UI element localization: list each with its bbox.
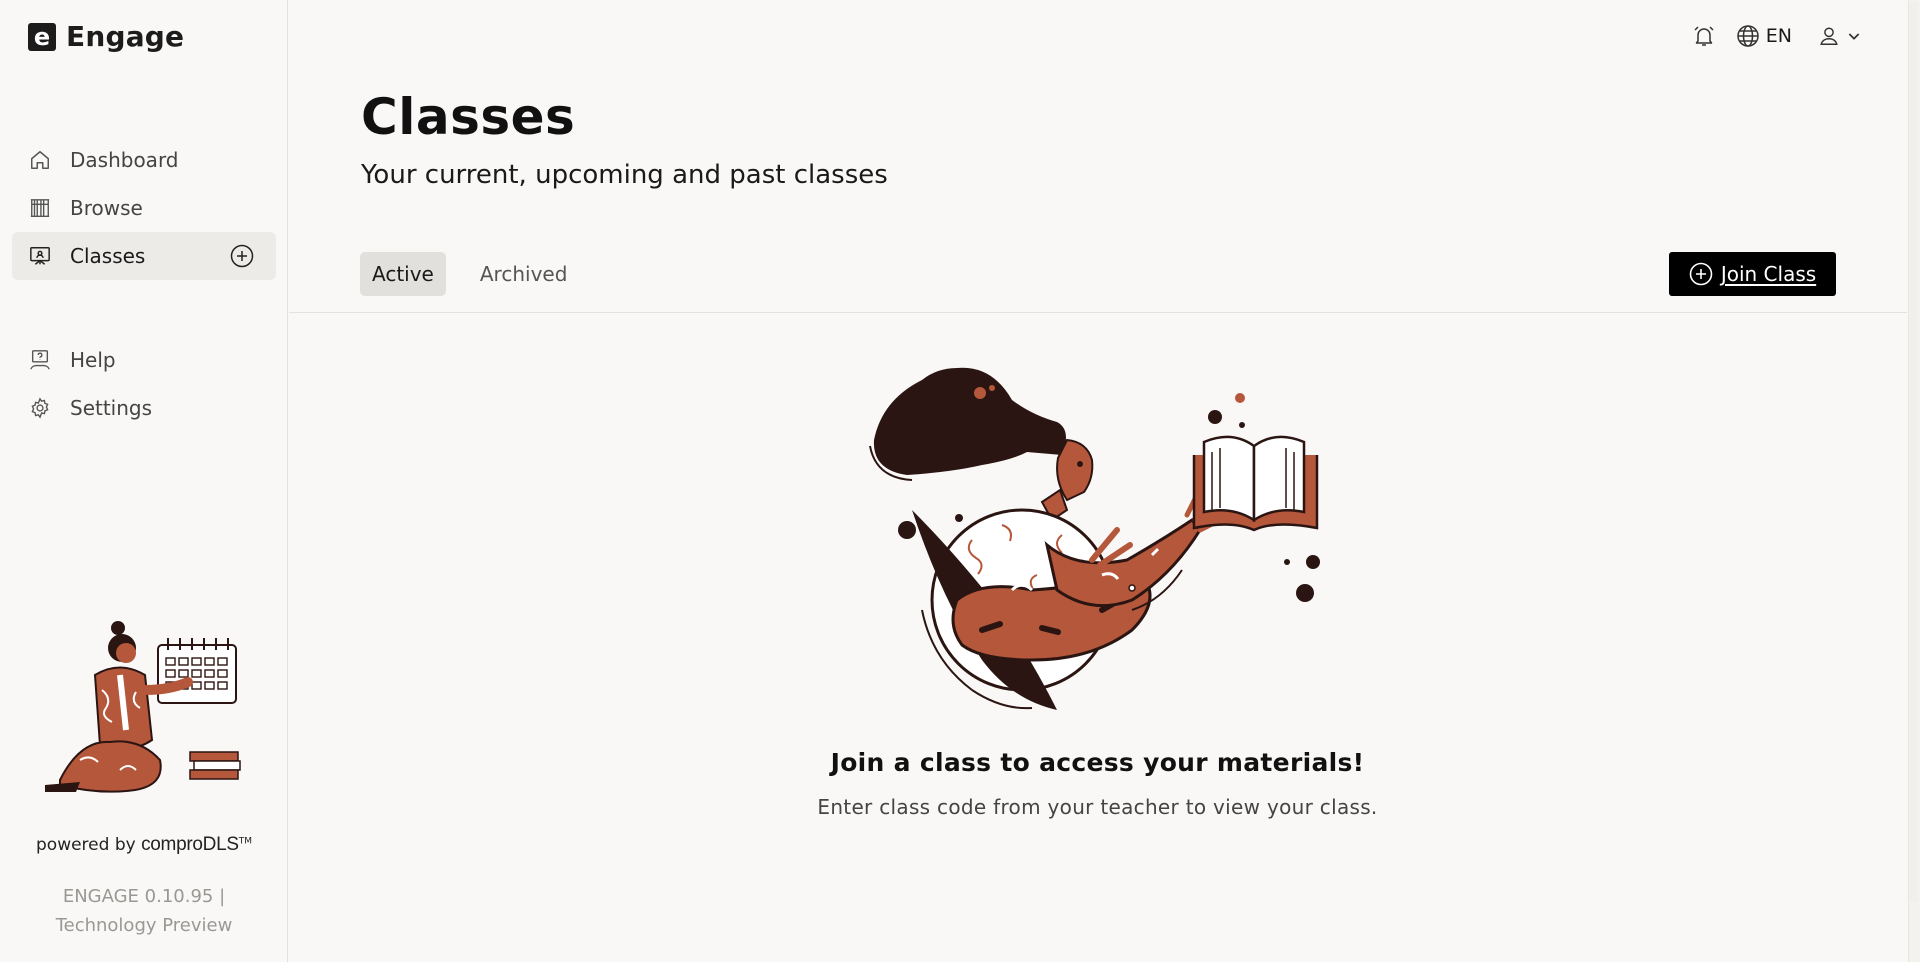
- user-menu[interactable]: [1818, 25, 1862, 47]
- user-icon: [1818, 25, 1840, 47]
- join-class-label: Join Class: [1720, 262, 1817, 286]
- version-line-1: ENGAGE 0.10.95 |: [62, 886, 226, 907]
- chevron-down-icon: [1846, 28, 1862, 44]
- sidebar-nav: Dashboard Browse Classes: [12, 136, 276, 280]
- powered-brand: comproDLS: [141, 834, 239, 855]
- sidebar-item-label: Dashboard: [70, 148, 179, 172]
- alarm-bell-icon[interactable]: [1692, 24, 1716, 48]
- sidebar-item-label: Help: [70, 348, 116, 372]
- trademark: TM: [238, 836, 252, 847]
- sidebar-item-classes[interactable]: Classes: [12, 232, 276, 280]
- scrollbar[interactable]: [1908, 0, 1920, 962]
- globe-icon: [1736, 24, 1760, 48]
- sidebar-item-dashboard[interactable]: Dashboard: [12, 136, 276, 184]
- engage-logo-icon: e: [28, 22, 56, 51]
- plus-circle-icon: [1689, 262, 1713, 286]
- powered-by: powered by comproDLSTM: [0, 834, 288, 856]
- page-subtitle: Your current, upcoming and past classes: [361, 160, 888, 190]
- empty-state-text: Enter class code from your teacher to vi…: [817, 795, 1378, 819]
- help-icon: [28, 348, 52, 372]
- sidebar-item-label: Classes: [70, 244, 146, 268]
- sidebar-item-label: Settings: [70, 396, 153, 420]
- language-code: EN: [1765, 25, 1792, 47]
- classroom-icon: [28, 244, 52, 268]
- sidebar-promo-illustration: [40, 620, 250, 810]
- join-class-button[interactable]: Join Class: [1669, 252, 1836, 296]
- top-bar: EN: [1692, 22, 1862, 50]
- sidebar-item-help[interactable]: Help: [12, 336, 276, 384]
- sidebar-item-label: Browse: [70, 196, 143, 220]
- brand[interactable]: e Engage: [28, 20, 184, 53]
- sidebar-item-settings[interactable]: Settings: [12, 384, 276, 432]
- version-line-2: Technology Preview: [55, 915, 233, 936]
- version-info: ENGAGE 0.10.95 | Technology Preview: [0, 882, 288, 940]
- tab-archived[interactable]: Archived: [468, 252, 580, 296]
- tab-active[interactable]: Active: [360, 252, 446, 296]
- header-divider: [289, 312, 1907, 313]
- add-class-icon[interactable]: [230, 244, 254, 268]
- gear-icon: [28, 396, 52, 420]
- home-icon: [28, 148, 52, 172]
- class-tabs: Active Archived: [360, 252, 579, 296]
- empty-state-illustration: [862, 360, 1326, 726]
- library-icon: [28, 196, 52, 220]
- powered-by-label: powered by: [36, 835, 136, 855]
- sidebar-secondary-nav: Help Settings: [12, 336, 276, 432]
- scrollbar-thumb[interactable]: [1910, 2, 1918, 902]
- empty-state-title: Join a class to access your materials!: [830, 748, 1365, 777]
- language-selector[interactable]: EN: [1736, 24, 1792, 48]
- app-name: Engage: [66, 20, 185, 53]
- sidebar-item-browse[interactable]: Browse: [12, 184, 276, 232]
- page-title: Classes: [361, 88, 576, 146]
